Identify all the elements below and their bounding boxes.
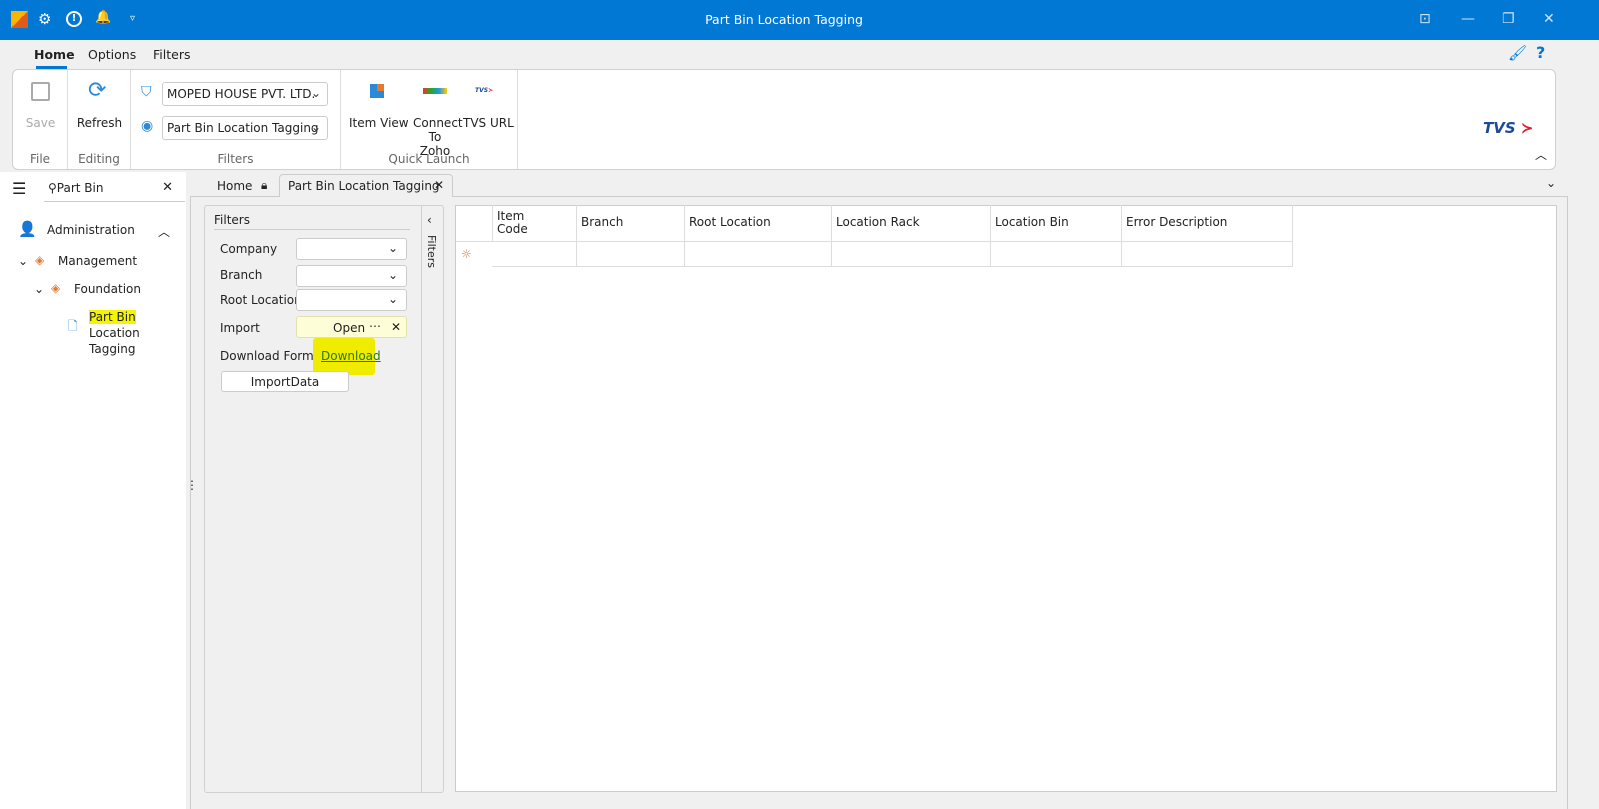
column-header-error-description[interactable]: Error Description — [1121, 205, 1293, 242]
group-label: File — [29, 152, 51, 166]
column-header-root-location[interactable]: Root Location — [684, 205, 832, 242]
column-header-branch[interactable]: Branch — [576, 205, 685, 242]
collapse-filters-icon[interactable]: ‹ — [427, 213, 432, 227]
clear-search-icon[interactable]: ✕ — [162, 180, 173, 195]
filter-icon: ⛉ — [141, 84, 152, 100]
tab-filters[interactable]: Filters — [153, 47, 190, 62]
company-combo[interactable]: MOPED HOUSE PVT. LTD. ⌄ — [162, 82, 328, 106]
eye-icon: ◉ — [141, 118, 154, 134]
layers-icon: ◈ — [51, 281, 61, 295]
chevron-down-icon: ⌄ — [310, 120, 321, 134]
download-link[interactable]: Download — [321, 349, 381, 363]
company-label: Company — [220, 242, 278, 256]
group-label: Quick Launch — [388, 152, 470, 166]
import-file-picker[interactable]: Open ⋯ ✕ — [296, 316, 407, 338]
tab-options[interactable]: Options — [88, 47, 136, 62]
search-value: Part Bin — [56, 181, 104, 195]
group-label: Editing — [78, 152, 120, 166]
tvs-icon: TVS≻ — [475, 87, 494, 94]
doc-tab-home[interactable]: Home — [217, 179, 252, 193]
maximize-button[interactable]: ❐ — [1502, 11, 1515, 27]
branch-label: Branch — [220, 268, 263, 282]
document-icon: 🗋 — [68, 319, 78, 333]
column-header-location-rack[interactable]: Location Rack — [831, 205, 991, 242]
doc-tab-active[interactable]: Part Bin Location Tagging ✕ — [279, 174, 453, 197]
group-filters: ⛉ MOPED HOUSE PVT. LTD. ⌄ ◉ Part Bin Loca… — [131, 70, 341, 169]
company-value: MOPED HOUSE PVT. LTD. — [167, 87, 316, 101]
tree-item-management[interactable]: Management — [58, 254, 137, 268]
admin-user-icon: 👤 — [18, 220, 37, 238]
filters-side-label[interactable]: Filters — [425, 235, 438, 268]
chevron-down-icon: ⌄ — [310, 86, 321, 100]
hamburger-menu-icon[interactable]: ☰ — [12, 179, 26, 198]
group-label: Filters — [217, 152, 254, 166]
new-row-icon: ☼ — [461, 247, 472, 261]
download-format-label: Download Format — [220, 349, 326, 363]
item-view-button[interactable]: Item View — [349, 116, 409, 130]
tree-item-part-bin-location-tagging[interactable]: Part Bin Location Tagging — [89, 309, 186, 357]
row-indicator-header — [456, 205, 493, 242]
sidebar: ☰ ⚲Part Bin ✕ 👤 Administration ︿ ⌄ ◈ Man… — [0, 172, 186, 809]
filters-title: Filters — [214, 213, 410, 230]
chevron-down-icon: ⌄ — [387, 241, 398, 255]
clear-icon[interactable]: ✕ — [391, 320, 401, 334]
save-icon — [31, 82, 50, 101]
search-input[interactable]: ⚲Part Bin ✕ — [44, 176, 185, 202]
minimize-button[interactable]: — — [1461, 11, 1475, 27]
browse-icon[interactable]: ⋯ — [369, 319, 381, 333]
zoho-icon — [423, 88, 447, 94]
tvs-url-button[interactable]: TVS URL — [463, 116, 514, 130]
refresh-icon: ⟳ — [88, 78, 107, 103]
lock-icon: 🔒︎ — [261, 178, 268, 192]
layers-icon: ◈ — [35, 253, 45, 267]
root-location-label: Root Location — [220, 293, 302, 307]
tab-home[interactable]: Home — [34, 47, 75, 62]
item-view-icon — [369, 83, 385, 99]
tree-item-foundation[interactable]: Foundation — [74, 282, 141, 296]
close-tab-icon[interactable]: ✕ — [434, 178, 444, 192]
new-row-cell[interactable] — [990, 242, 1122, 267]
open-button[interactable]: Open — [333, 321, 365, 335]
group-file: Save File — [13, 70, 68, 169]
title-bar: ⚙ ! 🔔 ▿ Part Bin Location Tagging ⊡ — ❐ … — [0, 0, 1599, 40]
help-icon[interactable]: ? — [1536, 43, 1545, 62]
new-row-cell[interactable] — [831, 242, 991, 267]
chevron-down-icon[interactable]: ⌄ — [34, 282, 44, 296]
column-header-location-bin[interactable]: Location Bin — [990, 205, 1122, 242]
search-icon: ⚲ — [48, 181, 57, 195]
branch-select[interactable]: ⌄ — [296, 265, 407, 287]
root-location-select[interactable]: ⌄ — [296, 289, 407, 311]
chevron-up-icon[interactable]: ︿ — [158, 223, 170, 240]
data-grid — [455, 205, 1557, 792]
paint-brush-icon[interactable]: 🖌 — [1508, 44, 1527, 62]
import-data-button[interactable]: ImportData — [221, 371, 349, 392]
collapse-ribbon-icon[interactable]: ︿ — [1535, 146, 1547, 163]
new-row-cell[interactable] — [684, 242, 832, 267]
ribbon-panel: Save File ⟳ Refresh Editing ⛉ MOPED HOUS… — [12, 69, 1556, 170]
tree-item-administration[interactable]: Administration — [47, 223, 135, 237]
group-quick-launch: Item View Connect To Zoho TVS≻ TVS URL Qu… — [341, 70, 518, 169]
view-value: Part Bin Location Tagging — [167, 121, 319, 135]
chevron-down-icon[interactable]: ⌄ — [18, 254, 28, 268]
group-editing: ⟳ Refresh Editing — [68, 70, 131, 169]
chevron-down-icon: ⌄ — [387, 292, 398, 306]
tvs-logo: TVS ≻ — [1483, 119, 1534, 137]
tab-list-dropdown-icon[interactable]: ⌄ — [1546, 176, 1556, 190]
close-button[interactable]: ✕ — [1543, 11, 1555, 27]
chevron-down-icon: ⌄ — [387, 268, 398, 282]
company-select[interactable]: ⌄ — [296, 238, 407, 260]
save-button[interactable]: Save — [13, 116, 68, 130]
view-combo[interactable]: Part Bin Location Tagging ⌄ — [162, 116, 328, 140]
refresh-button[interactable]: Refresh — [68, 116, 131, 130]
new-row-cell[interactable] — [576, 242, 685, 267]
column-header-item-code[interactable]: Item Code — [492, 205, 577, 242]
restore-layout-icon[interactable]: ⊡ — [1419, 11, 1431, 27]
new-row-cell[interactable] — [1121, 242, 1293, 267]
import-label: Import — [220, 321, 260, 335]
new-row-cell[interactable] — [492, 242, 577, 267]
window-title: Part Bin Location Tagging — [705, 12, 863, 27]
